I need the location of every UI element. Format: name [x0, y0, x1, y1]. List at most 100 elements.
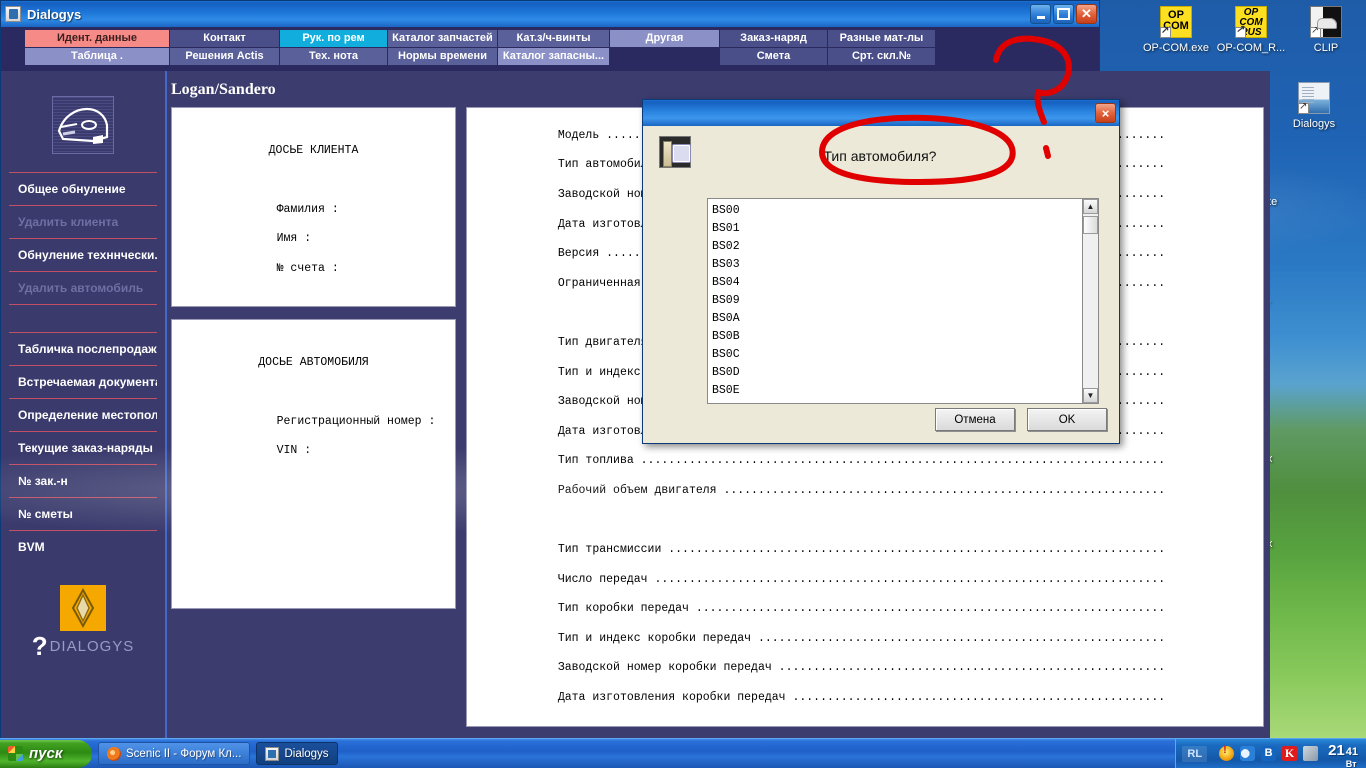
dialogys-wordmark: ? DIALOGYS — [1, 633, 165, 659]
scrollbar-track[interactable] — [1083, 234, 1098, 388]
menu-item-ident-dannye[interactable]: Идент. данные — [25, 30, 170, 47]
taskbar-clock[interactable]: 21 41 Вт — [1328, 742, 1358, 768]
renault-diamond-icon — [60, 585, 106, 631]
scroll-down-icon[interactable]: ▼ — [1083, 388, 1098, 403]
sidebar-item-zak-n[interactable]: № зак.-н — [9, 464, 157, 497]
dialog-title-bar[interactable]: × — [643, 100, 1119, 126]
scrollbar-thumb[interactable] — [1083, 216, 1098, 234]
sidebar-item-udalit-klienta[interactable]: Удалить клиента — [9, 205, 157, 238]
shortcut-arrow-icon — [1235, 25, 1246, 38]
sidebar: Общее обнуление Удалить клиента Обнулени… — [1, 71, 167, 758]
dialog-body: Тип автомобиля? BS00 BS01 BS02 BS03 BS04… — [643, 126, 1119, 445]
list-scrollbar[interactable]: ▲ ▼ — [1082, 199, 1098, 403]
security-alert-icon[interactable] — [1219, 744, 1235, 761]
sidebar-item-tablichka-posleprodazh[interactable]: Табличка послепродаж... — [9, 332, 157, 365]
list-item[interactable]: BS09 — [712, 292, 1082, 310]
sidebar-item-opredelenie-mestopol[interactable]: Определение местопол... — [9, 398, 157, 431]
sidebar-item-udalit-avtomobil[interactable]: Удалить автомобиль — [9, 271, 157, 304]
menu-item-katalog-zapasnykh[interactable]: Каталог запасны... — [498, 48, 610, 65]
left-column: ДОСЬЕ КЛИЕНТА Фамилия : Имя : № счета : … — [171, 107, 456, 727]
ok-button[interactable]: OK — [1027, 408, 1107, 431]
menu-item-normy-vremeni[interactable]: Нормы времени — [388, 48, 498, 65]
cancel-button[interactable]: Отмена — [935, 408, 1015, 431]
minimize-button[interactable] — [1030, 4, 1051, 24]
antivirus-icon[interactable]: K — [1282, 746, 1298, 761]
java-app-icon — [265, 746, 280, 761]
list-item[interactable]: BS02 — [712, 238, 1082, 256]
desktop: OPCOM OP-COM.exe OPCOMRUS OP-COM_R... CL… — [0, 0, 1366, 768]
sidebar-item-bvm[interactable]: BVM — [9, 530, 157, 563]
window-title-bar[interactable]: Dialogys ✕ — [1, 1, 1099, 27]
sidebar-item-obnulenie-tehnicheski[interactable]: Обнуление техннчески... — [9, 238, 157, 271]
dialog-question-text: Тип автомобиля? — [823, 148, 937, 164]
menu-item-blank — [610, 48, 720, 65]
op-com-icon: OP COM — [1160, 6, 1192, 38]
menu-item-srt-skl-no[interactable]: Срт. скл.№ — [828, 48, 936, 65]
close-button[interactable]: ✕ — [1076, 4, 1097, 24]
list-item[interactable]: BS0C — [712, 346, 1082, 364]
menu-row-secondary: Таблица . Решения Actis Тех. нота Нормы … — [25, 48, 1099, 65]
desktop-icon-dialogys[interactable]: Dialogys — [1271, 82, 1357, 130]
shortcut-arrow-icon — [1160, 25, 1171, 38]
dialogys-product-name: DIALOGYS — [49, 637, 135, 655]
vehicle-type-list[interactable]: BS00 BS01 BS02 BS03 BS04 BS09 BS0A BS0B … — [707, 198, 1099, 404]
menu-item-tablitsa[interactable]: Таблица . — [25, 48, 170, 65]
list-item[interactable]: BS03 — [712, 256, 1082, 274]
vehicle-type-options[interactable]: BS00 BS01 BS02 BS03 BS04 BS09 BS0A BS0B … — [708, 199, 1082, 403]
menu-item-kontakt[interactable]: Контакт — [170, 30, 280, 47]
detail-line-17: Тип и индекс коробки передач ...........… — [557, 631, 1166, 645]
dialog-close-button[interactable]: × — [1095, 103, 1116, 123]
language-indicator[interactable]: RL — [1182, 745, 1208, 762]
sidebar-item-obshchee-obnulenie[interactable]: Общее обнуление — [9, 172, 157, 205]
list-item[interactable]: BS0E — [712, 382, 1082, 400]
menu-item-ruk-po-rem[interactable]: Рук. по рем — [280, 30, 388, 47]
list-item[interactable]: BS0D — [712, 364, 1082, 382]
clock-minutes: 41 — [1345, 745, 1358, 758]
volume-icon[interactable] — [1240, 746, 1256, 761]
desktop-icon-label: Dialogys — [1292, 118, 1336, 130]
desktop-icon-label: CLIP — [1313, 42, 1339, 54]
menu-item-katalog-zapchastey[interactable]: Каталог запчастей — [388, 30, 498, 47]
taskbar-item-firefox[interactable]: Scenic II - Форум Кл... — [98, 742, 251, 765]
shortcut-arrow-icon — [1298, 101, 1309, 114]
menu-item-drugaya[interactable]: Другая — [610, 30, 720, 47]
detail-line-15: Число передач ..........................… — [557, 572, 1166, 586]
document-question-icon — [659, 136, 691, 168]
desktop-icon-op-com-rus[interactable]: OPCOMRUS OP-COM_R... — [1208, 6, 1294, 54]
menu-item-kat-zch-vinty[interactable]: Кат.з/ч-винты — [498, 30, 610, 47]
bluetooth-icon[interactable]: B — [1261, 746, 1277, 761]
vehicle-dossier-title: ДОСЬЕ АВТОМОБИЛЯ — [258, 355, 369, 369]
clock-day: Вт — [1345, 758, 1357, 768]
menu-item-zakaz-naryad[interactable]: Заказ-наряд — [720, 30, 828, 47]
scroll-up-icon[interactable]: ▲ — [1083, 199, 1098, 214]
sidebar-item-tekushchie-zakaz-naryady[interactable]: Текущие заказ-наряды — [9, 431, 157, 464]
sidebar-item-smety[interactable]: № сметы — [9, 497, 157, 530]
desktop-icon-clip[interactable]: CLIP — [1283, 6, 1366, 54]
client-field-familiya: Фамилия : — [276, 202, 339, 216]
menu-item-raznye-mat-ly[interactable]: Разные мат-лы — [828, 30, 936, 47]
client-dossier-title: ДОСЬЕ КЛИЕНТА — [268, 143, 359, 157]
desktop-icon-op-com-exe[interactable]: OPCOM OP-COM.exe — [1133, 6, 1219, 54]
maximize-button[interactable] — [1053, 4, 1074, 24]
sidebar-item-spacer — [9, 304, 157, 332]
start-button[interactable]: пуск — [0, 739, 92, 768]
list-item[interactable]: BS00 — [712, 202, 1082, 220]
list-item[interactable]: BS01 — [712, 220, 1082, 238]
java-app-icon — [5, 6, 21, 22]
taskbar: пуск Scenic II - Форум Кл... Dialogys RL… — [0, 738, 1366, 768]
network-icon[interactable] — [1303, 746, 1319, 761]
list-item[interactable]: BS0A — [712, 310, 1082, 328]
desktop-icon-label: OP-COM_R... — [1216, 42, 1286, 54]
clip-icon — [1310, 6, 1342, 38]
list-item[interactable]: BS04 — [712, 274, 1082, 292]
windows-flag-icon — [8, 746, 23, 761]
menu-item-tekh-nota[interactable]: Тех. нота — [280, 48, 388, 65]
menu-item-smeta[interactable]: Смета — [720, 48, 828, 65]
menu-ribbon: Идент. данные Контакт Рук. по рем Катало… — [1, 27, 1099, 71]
sidebar-item-vstrechaemaya-dokumenta[interactable]: Встречаемая документа... — [9, 365, 157, 398]
list-item[interactable]: BS0B — [712, 328, 1082, 346]
op-com-rus-icon: OP COM RUS — [1235, 6, 1267, 38]
taskbar-item-dialogys[interactable]: Dialogys — [256, 742, 338, 765]
menu-item-resheniya-actis[interactable]: Решения Actis — [170, 48, 280, 65]
taskbar-item-label: Dialogys — [284, 747, 329, 760]
